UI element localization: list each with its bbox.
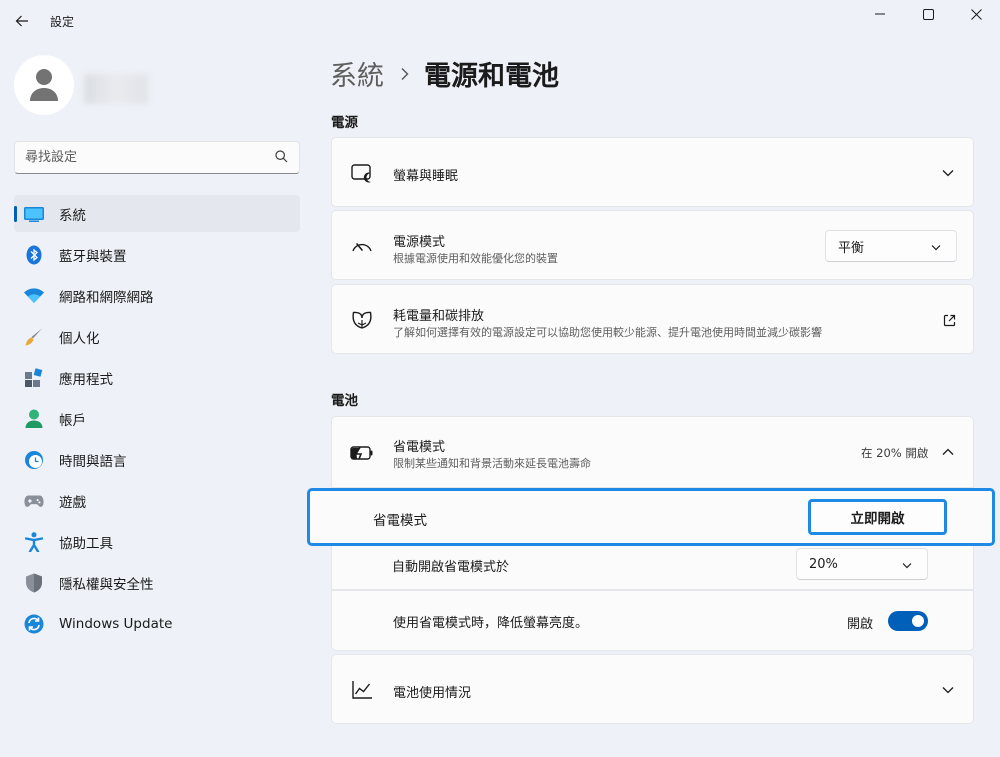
setting-energy-carbon[interactable]: 耗電量和碳排放 了解如何選擇有效的電源設定可以協助您使用較少能源、提升電池使用時… <box>331 284 974 354</box>
sidebar-item-label: 應用程式 <box>59 371 113 388</box>
sidebar-item-label: 藍牙與裝置 <box>59 248 127 265</box>
back-button[interactable] <box>8 8 36 34</box>
auto-on-threshold-dropdown[interactable]: 20% <box>796 548 928 580</box>
leaf-icon <box>350 308 374 332</box>
sidebar-item-time-language[interactable]: 時間與語言 <box>14 441 300 478</box>
sidebar-item-bluetooth[interactable]: 藍牙與裝置 <box>14 236 300 273</box>
sidebar-item-system[interactable]: 系統 <box>14 195 300 232</box>
setting-battery-usage[interactable]: 電池使用情況 <box>331 654 974 724</box>
account-icon <box>24 409 44 429</box>
sidebar-item-privacy-security[interactable]: 隱私權與安全性 <box>14 564 300 601</box>
setting-battery-saver[interactable]: 省電模式 限制某些通知和背景活動來延長電池壽命 在 20% 開啟 <box>331 416 974 488</box>
battery-saver-now-label: 省電模式 <box>373 513 427 529</box>
sidebar-item-apps[interactable]: 應用程式 <box>14 359 300 396</box>
battery-saver-now-row: 省電模式 立即開啟 <box>307 488 995 546</box>
paintbrush-icon <box>24 327 44 347</box>
dropdown-value: 20% <box>809 556 838 572</box>
wifi-icon <box>24 286 44 306</box>
search-box[interactable] <box>14 141 300 174</box>
apps-icon <box>24 367 44 388</box>
update-icon <box>24 614 44 634</box>
chevron-right-icon <box>400 67 410 81</box>
gamepad-icon <box>24 491 44 511</box>
sidebar-item-label: Windows Update <box>59 615 173 632</box>
chevron-up-icon[interactable] <box>940 444 956 460</box>
bluetooth-icon <box>24 245 44 265</box>
page-title: 電源和電池 <box>424 61 559 92</box>
battery-saver-status: 在 20% 開啟 <box>861 446 929 460</box>
auto-on-label: 自動開啟省電模式於 <box>392 560 510 575</box>
sidebar-item-label: 個人化 <box>59 330 100 347</box>
sidebar-item-label: 時間與語言 <box>59 453 127 470</box>
sidebar-item-windows-update[interactable]: Windows Update <box>14 605 300 642</box>
sidebar-item-label: 系統 <box>59 207 86 224</box>
sidebar-item-label: 協助工具 <box>59 535 113 552</box>
setting-title: 電源模式 <box>393 235 446 250</box>
setting-description: 限制某些通知和背景活動來延長電池壽命 <box>393 457 591 470</box>
screen-sleep-icon <box>350 161 374 185</box>
dim-brightness-row: 使用省電模式時，降低螢幕亮度。 開啟 <box>331 590 974 651</box>
close-button[interactable] <box>952 0 1000 28</box>
dim-brightness-toggle[interactable] <box>888 611 928 631</box>
search-input[interactable] <box>15 142 265 173</box>
clock-globe-icon <box>24 450 44 470</box>
chevron-down-icon <box>928 239 944 255</box>
minimize-button[interactable] <box>856 0 904 28</box>
breadcrumb: 系統 電源和電池 <box>330 54 559 93</box>
setting-description: 了解如何選擇有效的電源設定可以協助您使用較少能源、提升電池使用時間並減少碳影響 <box>393 326 822 339</box>
shield-icon <box>24 573 44 593</box>
battery-saver-icon <box>350 441 374 465</box>
maximize-button[interactable] <box>904 0 952 28</box>
title-bar: 設定 <box>0 0 1000 42</box>
chevron-down-icon[interactable] <box>940 682 956 698</box>
sidebar-item-accessibility[interactable]: 協助工具 <box>14 523 300 560</box>
setting-title: 省電模式 <box>393 440 446 455</box>
sidebar-nav: 系統 藍牙與裝置 網路和網際網路 個人化 應用程式 帳戶 時間與語言 遊戲 協助… <box>14 195 300 646</box>
arrow-left-icon <box>15 15 28 27</box>
display-icon <box>24 204 44 224</box>
search-icon[interactable] <box>275 150 288 163</box>
toggle-state-label: 開啟 <box>847 617 874 632</box>
setting-title: 耗電量和碳排放 <box>393 309 485 324</box>
setting-title: 電池使用情況 <box>393 686 472 701</box>
sidebar-item-label: 隱私權與安全性 <box>59 576 154 593</box>
line-chart-icon <box>350 678 374 702</box>
sidebar-item-personalization[interactable]: 個人化 <box>14 318 300 355</box>
username-redacted <box>84 74 148 104</box>
sidebar-item-label: 遊戲 <box>59 494 86 511</box>
minimize-icon <box>875 13 885 15</box>
close-icon <box>970 8 982 20</box>
setting-title: 螢幕與睡眠 <box>393 169 459 184</box>
maximize-icon <box>922 8 934 20</box>
sidebar-item-gaming[interactable]: 遊戲 <box>14 482 300 519</box>
setting-screen-sleep[interactable]: 螢幕與睡眠 <box>331 137 974 207</box>
app-title: 設定 <box>50 15 75 29</box>
sidebar-item-label: 帳戶 <box>59 412 86 429</box>
chevron-down-icon[interactable] <box>940 165 956 181</box>
accessibility-icon <box>24 531 44 552</box>
dropdown-value: 平衡 <box>838 240 865 256</box>
external-link-icon[interactable] <box>941 312 957 328</box>
avatar[interactable] <box>14 55 74 115</box>
sidebar-item-accounts[interactable]: 帳戶 <box>14 400 300 437</box>
section-title-power: 電源 <box>331 115 358 131</box>
turn-on-now-button[interactable]: 立即開啟 <box>808 499 947 535</box>
dim-brightness-label: 使用省電模式時，降低螢幕亮度。 <box>393 616 589 631</box>
power-mode-gauge-icon <box>350 234 374 258</box>
breadcrumb-parent[interactable]: 系統 <box>330 54 384 93</box>
person-icon <box>30 69 58 101</box>
sidebar-item-network[interactable]: 網路和網際網路 <box>14 277 300 314</box>
power-mode-dropdown[interactable]: 平衡 <box>825 230 957 262</box>
section-title-battery: 電池 <box>331 393 358 409</box>
setting-power-mode: 電源模式 根據電源使用和效能優化您的裝置 平衡 <box>331 210 974 280</box>
sidebar-item-label: 網路和網際網路 <box>59 289 154 306</box>
chevron-down-icon <box>899 557 915 573</box>
setting-description: 根據電源使用和效能優化您的裝置 <box>393 252 558 265</box>
